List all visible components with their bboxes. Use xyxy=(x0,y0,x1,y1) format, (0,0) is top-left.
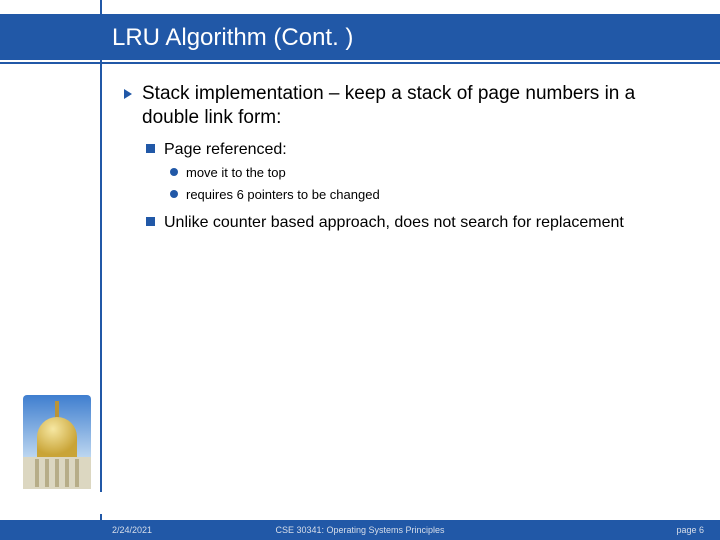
title-bar: LRU Algorithm (Cont. ) xyxy=(0,14,720,60)
body-text: requires 6 pointers to be changed xyxy=(186,186,690,204)
logo-column xyxy=(45,459,49,487)
bullet-level1: Stack implementation – keep a stack of p… xyxy=(124,82,690,130)
square-bullet-icon xyxy=(146,144,155,153)
logo-column xyxy=(55,459,59,487)
vertical-rule xyxy=(100,0,102,540)
bullet-level2: Unlike counter based approach, does not … xyxy=(146,213,690,234)
body-text: Unlike counter based approach, does not … xyxy=(164,213,690,234)
bullet-level3: requires 6 pointers to be changed xyxy=(170,186,690,204)
body-text: Stack implementation – keep a stack of p… xyxy=(142,82,690,130)
slide-title: LRU Algorithm (Cont. ) xyxy=(112,24,353,52)
body-text: move it to the top xyxy=(186,164,690,182)
logo-dome xyxy=(37,417,77,457)
circle-bullet-icon xyxy=(170,168,178,176)
logo-column xyxy=(75,459,79,487)
bullet-level3: move it to the top xyxy=(170,164,690,182)
circle-bullet-icon xyxy=(170,190,178,198)
body-text: Page referenced: xyxy=(164,140,690,161)
footer-page: page 6 xyxy=(676,525,704,535)
footer-course: CSE 30341: Operating Systems Principles xyxy=(0,525,720,535)
logo-column xyxy=(65,459,69,487)
footer-bar: 2/24/2021 CSE 30341: Operating Systems P… xyxy=(0,520,720,540)
title-underline xyxy=(0,62,720,64)
triangle-bullet-icon xyxy=(124,89,132,99)
slide: LRU Algorithm (Cont. ) Stack implementat… xyxy=(0,0,720,540)
logo-column xyxy=(35,459,39,487)
dome-logo xyxy=(23,395,91,495)
slide-body: Stack implementation – keep a stack of p… xyxy=(124,82,690,238)
square-bullet-icon xyxy=(146,217,155,226)
bullet-level2: Page referenced: xyxy=(146,140,690,161)
rule-break xyxy=(90,492,112,514)
